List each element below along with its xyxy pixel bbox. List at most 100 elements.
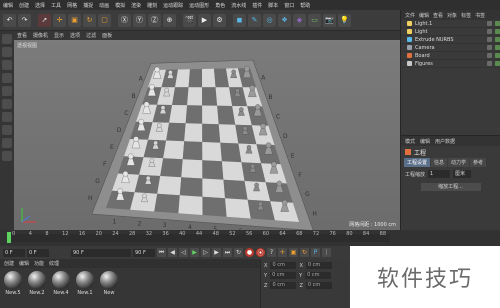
menu-item-pipeline[interactable]: 流水线 <box>231 2 246 9</box>
object-name[interactable]: Board <box>415 53 484 59</box>
prev-key-icon[interactable]: ◀ <box>168 248 177 257</box>
enabled-check-icon[interactable] <box>495 21 500 26</box>
key-pla-icon[interactable]: ⋮ <box>322 248 331 257</box>
scale-icon[interactable]: ▣ <box>68 13 81 27</box>
deformer-icon[interactable]: ◈ <box>293 13 306 27</box>
record-icon[interactable]: ● <box>245 248 254 257</box>
position-field[interactable]: 0 cm <box>270 272 297 279</box>
x-axis-lock-icon[interactable]: Ⓧ <box>118 13 131 27</box>
mat-menu-create[interactable]: 创建 <box>4 260 14 267</box>
z-axis-lock-icon[interactable]: Ⓩ <box>148 13 161 27</box>
array-icon[interactable]: ❖ <box>278 13 291 27</box>
enabled-check-icon[interactable] <box>495 37 500 42</box>
workplane-icon[interactable] <box>2 73 12 83</box>
object-row[interactable]: Light <box>401 28 500 36</box>
enabled-check-icon[interactable] <box>495 29 500 34</box>
menu-item-create[interactable]: 创建 <box>19 2 29 9</box>
obj-menu-object[interactable]: 对象 <box>447 12 457 19</box>
menu-item-select[interactable]: 选择 <box>35 2 45 9</box>
cube-icon[interactable]: ◼ <box>233 13 246 27</box>
menu-item-script[interactable]: 脚本 <box>268 2 278 9</box>
object-name[interactable]: Light.1 <box>415 21 484 27</box>
light-icon[interactable]: 💡 <box>338 13 351 27</box>
select-arrow-icon[interactable]: ➚ <box>38 13 51 27</box>
mat-menu-texture[interactable]: 纹理 <box>49 260 59 267</box>
viewport-menu-view[interactable]: 查看 <box>17 32 27 39</box>
obj-menu-file[interactable]: 文件 <box>405 12 415 19</box>
enabled-check-icon[interactable] <box>495 53 500 58</box>
floor-icon[interactable]: ▭ <box>308 13 321 27</box>
perspective-viewport[interactable]: AABBCCDDEEFFGGHH12345678 透视视图 网格间距 : 100… <box>14 40 400 230</box>
go-to-start-icon[interactable]: ⏮ <box>157 248 166 257</box>
enabled-check-icon[interactable] <box>495 61 500 66</box>
rotate-icon[interactable]: ↻ <box>83 13 96 27</box>
attr-menu-user-data[interactable]: 用户数据 <box>435 138 455 145</box>
obj-menu-edit[interactable]: 编辑 <box>419 12 429 19</box>
pen-spline-icon[interactable]: ✎ <box>248 13 261 27</box>
menu-item-simulate[interactable]: 模拟 <box>115 2 125 9</box>
start-frame-field[interactable]: 0 F <box>3 248 25 257</box>
recent-tool-icon[interactable]: ▢ <box>98 13 111 27</box>
tab-project-settings[interactable]: 工程设置 <box>404 158 431 167</box>
viewport-menu-options[interactable]: 选项 <box>70 32 80 39</box>
menu-item-edit[interactable]: 编辑 <box>3 2 13 9</box>
lock-workplane-icon[interactable] <box>2 151 12 161</box>
texture-mode-icon[interactable] <box>2 60 12 70</box>
edges-mode-icon[interactable] <box>2 99 12 109</box>
position-field[interactable]: 0 cm <box>270 282 297 289</box>
key-rotation-icon[interactable]: ↻ <box>300 248 309 257</box>
size-field[interactable]: 0 cm <box>305 272 332 279</box>
prev-frame-icon[interactable]: ◁ <box>179 248 188 257</box>
nurbs-icon[interactable]: ◎ <box>263 13 276 27</box>
next-frame-icon[interactable]: ▷ <box>201 248 210 257</box>
mat-menu-function[interactable]: 功能 <box>34 260 44 267</box>
material-swatch[interactable]: New.4 <box>51 271 71 296</box>
tab-referencing[interactable]: 参考 <box>470 158 487 167</box>
viewport-menu-display[interactable]: 显示 <box>54 32 64 39</box>
render-settings-icon[interactable]: ⚙ <box>213 13 226 27</box>
render-view-icon[interactable]: 🎬 <box>183 13 196 27</box>
menu-item-motion-tracker[interactable]: 运动跟踪 <box>163 2 183 9</box>
object-row[interactable]: Camera <box>401 44 500 52</box>
object-name[interactable]: Extrude NURBS <box>415 37 484 43</box>
obj-menu-view[interactable]: 查看 <box>433 12 443 19</box>
menu-item-render[interactable]: 渲染 <box>131 2 141 9</box>
timeline[interactable]: 0 4 8 12 16 20 24 28 32 36 40 44 48 52 56 60 64 68 72 76 80 8… <box>0 230 500 246</box>
make-editable-icon[interactable] <box>2 34 12 44</box>
object-name[interactable]: Light <box>415 29 484 35</box>
visibility-dots-icon[interactable] <box>487 21 492 26</box>
obj-menu-bookmarks[interactable]: 书签 <box>475 12 485 19</box>
material-swatch[interactable]: New.5 <box>3 271 23 296</box>
play-icon[interactable]: ▶ <box>190 248 199 257</box>
size-field[interactable]: 0 cm <box>305 262 332 269</box>
object-row[interactable]: Figures <box>401 60 500 68</box>
project-scale-value[interactable]: 1 <box>428 170 451 178</box>
object-name[interactable]: Camera <box>415 45 484 51</box>
tab-dynamics[interactable]: 动力学 <box>448 158 470 167</box>
snap-icon[interactable] <box>2 138 12 148</box>
model-mode-icon[interactable] <box>2 47 12 57</box>
mat-menu-edit[interactable]: 编辑 <box>19 260 29 267</box>
visibility-dots-icon[interactable] <box>487 29 492 34</box>
menu-item-character[interactable]: 角色 <box>215 2 225 9</box>
position-field[interactable]: 0 cm <box>270 262 297 269</box>
preview-end-field[interactable]: 90 F <box>133 248 155 257</box>
key-scale-icon[interactable]: ▣ <box>289 248 298 257</box>
scale-project-button[interactable]: 缩放工程... <box>420 183 481 191</box>
y-axis-lock-icon[interactable]: Ⓨ <box>133 13 146 27</box>
go-to-end-icon[interactable]: ⏭ <box>223 248 232 257</box>
size-field[interactable]: 0 cm <box>305 282 332 289</box>
undo-icon[interactable]: ↶ <box>3 13 16 27</box>
object-row[interactable]: Light.1 <box>401 20 500 28</box>
attr-menu-edit[interactable]: 编辑 <box>420 138 430 145</box>
menu-item-animate[interactable]: 动画 <box>99 2 109 9</box>
viewport-menu-filter[interactable]: 过滤 <box>86 32 96 39</box>
visibility-dots-icon[interactable] <box>487 37 492 42</box>
object-row[interactable]: Extrude NURBS <box>401 36 500 44</box>
loop-icon[interactable]: ↻ <box>234 248 243 257</box>
menu-item-help[interactable]: 帮助 <box>300 2 310 9</box>
next-key-icon[interactable]: ▶ <box>212 248 221 257</box>
enabled-check-icon[interactable] <box>495 45 500 50</box>
visibility-dots-icon[interactable] <box>487 53 492 58</box>
key-position-icon[interactable]: ✛ <box>278 248 287 257</box>
